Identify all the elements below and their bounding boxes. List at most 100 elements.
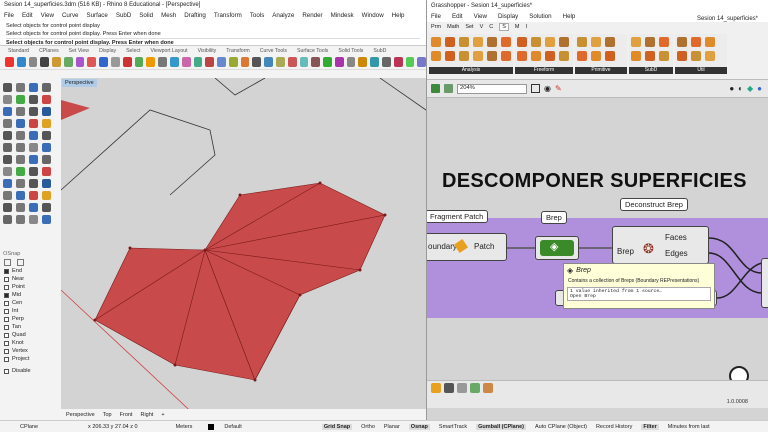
tool-icon[interactable] xyxy=(42,167,51,176)
tool-icon[interactable] xyxy=(29,203,38,212)
menu-item[interactable]: Solid xyxy=(139,12,153,19)
tool-icon[interactable] xyxy=(42,143,51,152)
toolbar-tab[interactable]: Transform xyxy=(226,48,249,54)
tool-icon[interactable] xyxy=(29,107,38,116)
render-icon[interactable]: ◆ xyxy=(747,84,753,93)
tool-icon[interactable] xyxy=(42,131,51,140)
tool-icon[interactable] xyxy=(405,57,415,67)
sphere-icon[interactable]: ● xyxy=(757,84,762,93)
toolbar-tab[interactable]: SubD xyxy=(373,48,386,54)
component-icon[interactable] xyxy=(445,51,455,61)
menu-item[interactable]: Mesh xyxy=(161,12,176,19)
osnap-item-tan[interactable]: Tan xyxy=(0,323,60,331)
checkbox[interactable] xyxy=(4,356,9,362)
tool-icon[interactable] xyxy=(169,57,179,67)
status-toggle[interactable]: Ortho xyxy=(361,424,375,430)
checkbox[interactable] xyxy=(4,324,9,330)
tool-icon[interactable] xyxy=(63,57,73,67)
menu-item[interactable]: Edit xyxy=(22,12,33,19)
toolbar-tab[interactable]: Set View xyxy=(69,48,89,54)
gh-menu-item[interactable]: Display xyxy=(498,13,518,20)
tool-icon[interactable] xyxy=(3,143,12,152)
gh-tab[interactable]: S xyxy=(499,23,509,31)
component-icon[interactable] xyxy=(487,51,497,61)
osnap-disable[interactable]: Disable xyxy=(0,367,60,375)
gh-tab[interactable]: V xyxy=(480,24,484,30)
toolbar-tab[interactable]: Surface Tools xyxy=(297,48,328,54)
curve[interactable] xyxy=(214,78,266,96)
tool-icon[interactable] xyxy=(29,83,38,92)
tool-icon[interactable] xyxy=(393,57,403,67)
status-toggle[interactable]: Filter xyxy=(641,423,659,430)
viewport-tab[interactable]: Perspective xyxy=(66,412,95,418)
component-icon[interactable] xyxy=(501,37,511,47)
grid-icon[interactable] xyxy=(4,259,11,266)
component-icon[interactable] xyxy=(677,51,687,61)
tool-icon[interactable] xyxy=(382,57,391,67)
component-icon[interactable] xyxy=(591,37,601,47)
component-icon[interactable] xyxy=(517,51,527,61)
status-toggle[interactable]: SmartTrack xyxy=(439,424,467,430)
open-icon[interactable] xyxy=(444,84,453,93)
viewport-tab[interactable]: Top xyxy=(103,412,112,418)
tool-icon[interactable] xyxy=(287,57,297,67)
tool-icon[interactable] xyxy=(3,203,12,212)
tool-icon[interactable] xyxy=(134,57,144,67)
tool-icon[interactable] xyxy=(483,383,493,393)
checkbox[interactable] xyxy=(4,340,9,346)
component-icon[interactable] xyxy=(577,51,587,61)
curve[interactable] xyxy=(379,78,426,111)
toolbar-tab[interactable]: Display xyxy=(99,48,116,54)
gh-tab[interactable]: Math xyxy=(447,24,459,30)
fp-output-patch[interactable]: Patch xyxy=(474,242,494,251)
solver-status-icon[interactable] xyxy=(729,366,749,380)
checkbox[interactable] xyxy=(4,368,9,374)
tool-icon[interactable] xyxy=(29,191,38,200)
checkbox[interactable] xyxy=(4,300,9,306)
tool-icon[interactable] xyxy=(3,83,12,92)
tool-icon[interactable] xyxy=(16,83,25,92)
tool-icon[interactable] xyxy=(358,57,368,67)
menu-item[interactable]: Render xyxy=(302,12,322,19)
component-icon[interactable] xyxy=(645,37,655,47)
eye-icon[interactable]: ◉ xyxy=(544,84,551,93)
osnap-item-int[interactable]: Int xyxy=(0,307,60,315)
checkbox[interactable] xyxy=(4,276,9,282)
gh-menu-item[interactable]: View xyxy=(474,13,487,20)
tool-icon[interactable] xyxy=(99,57,109,67)
status-toggle[interactable]: Grid Snap xyxy=(321,423,353,430)
tool-icon[interactable] xyxy=(16,215,25,224)
toolbar-tab[interactable]: Visibility xyxy=(198,48,217,54)
component-icon[interactable] xyxy=(577,37,587,47)
component-icon[interactable] xyxy=(677,37,687,47)
osnap-item-cen[interactable]: Cen xyxy=(0,299,60,307)
component-icon[interactable] xyxy=(473,37,483,47)
gh-tab[interactable]: I xyxy=(526,24,528,30)
tool-icon[interactable] xyxy=(111,57,120,67)
component-icon[interactable] xyxy=(517,37,527,47)
checkbox[interactable] xyxy=(4,348,9,354)
checkbox[interactable] xyxy=(4,316,9,322)
osnap-item-perp[interactable]: Perp xyxy=(0,315,60,323)
tool-icon[interactable] xyxy=(3,215,12,224)
osnap-item-vertex[interactable]: Vertex xyxy=(0,347,60,355)
tool-icon[interactable] xyxy=(3,131,12,140)
partial-surface[interactable] xyxy=(61,100,90,120)
component-icon[interactable] xyxy=(473,51,483,61)
status-toggle[interactable]: Planar xyxy=(384,424,400,430)
tool-icon[interactable] xyxy=(29,95,38,104)
component-icon[interactable] xyxy=(445,37,455,47)
tool-icon[interactable] xyxy=(42,191,51,200)
tool-icon[interactable] xyxy=(16,131,25,140)
tool-icon[interactable] xyxy=(470,383,480,393)
checkbox[interactable] xyxy=(4,332,9,338)
checkbox[interactable] xyxy=(4,284,9,290)
tool-icon[interactable] xyxy=(42,179,51,188)
menu-item[interactable]: Help xyxy=(392,12,405,19)
tool-icon[interactable] xyxy=(228,57,238,67)
osnap-item-point[interactable]: Point xyxy=(0,283,60,291)
tool-icon[interactable] xyxy=(334,57,344,67)
menu-item[interactable]: Window xyxy=(362,12,384,19)
osnap-item-project[interactable]: Project xyxy=(0,355,60,363)
tool-icon[interactable] xyxy=(275,57,285,67)
